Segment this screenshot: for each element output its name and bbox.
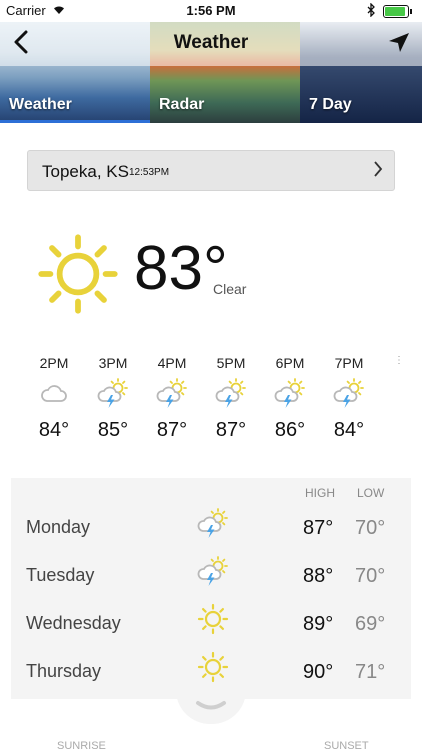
hour-time: 4PM xyxy=(157,355,187,371)
hour-temp: 87° xyxy=(156,419,188,441)
day-row: Tuesday 88° 70° xyxy=(11,553,411,599)
thunderstorm-icon xyxy=(333,377,365,409)
hour-temp: 87° xyxy=(215,419,247,441)
chevron-down-icon xyxy=(196,701,226,710)
status-time: 1:56 PM xyxy=(186,3,236,18)
hour-time: 7PM xyxy=(334,355,364,371)
day-row: Monday 87° 70° xyxy=(11,505,411,551)
location-selector[interactable]: Topeka, KS 12:53PM xyxy=(27,150,395,191)
day-high: 90° xyxy=(303,661,334,683)
low-column-header: LOW xyxy=(357,486,385,500)
day-row: Thursday 90° 71° xyxy=(11,649,411,695)
hourly-item: 7PM 84° xyxy=(321,355,377,442)
hour-time: 6PM xyxy=(275,355,305,371)
day-name: Wednesday xyxy=(26,613,121,633)
day-high: 89° xyxy=(303,613,334,635)
thunderstorm-icon xyxy=(97,377,129,409)
day-low: 69° xyxy=(355,613,386,635)
sun-icon xyxy=(197,651,229,683)
status-bar: Carrier 1:56 PM xyxy=(0,0,422,22)
expand-forecast-button[interactable] xyxy=(176,690,246,724)
hourly-item: 5PM 87° xyxy=(203,355,259,442)
location-city: Topeka, KS xyxy=(42,162,129,181)
hour-time: 3PM xyxy=(98,355,128,371)
sun-icon xyxy=(36,232,120,316)
sunset-label: SUNSET xyxy=(324,740,369,752)
bluetooth-icon xyxy=(367,3,375,17)
hour-temp: 84° xyxy=(333,419,365,441)
sunrise-label: SUNRISE xyxy=(57,740,106,752)
current-conditions: 83° Clear xyxy=(0,220,422,320)
high-column-header: HIGH xyxy=(305,486,335,500)
tab-radar-label: Radar xyxy=(159,96,205,113)
hourly-forecast: 2PM 84° 3PM 85° 4PM 87° 5PM 87° 6PM 86° … xyxy=(0,355,422,455)
sun-times-labels: SUNRISE SUNSET xyxy=(0,740,422,752)
hourly-overflow-hint: ⋮ xyxy=(394,355,404,366)
page-title: Weather xyxy=(173,32,249,53)
day-low: 70° xyxy=(355,517,386,539)
thunderstorm-icon xyxy=(197,555,229,587)
hour-temp: 85° xyxy=(97,419,129,441)
daily-forecast: HIGH LOW Monday 87° 70° Tuesday 88° 70° … xyxy=(11,478,411,699)
location-time: 12:53PM xyxy=(129,167,170,178)
hourly-item: 6PM 86° xyxy=(262,355,318,442)
day-low: 70° xyxy=(355,565,386,587)
hourly-item: 3PM 85° xyxy=(85,355,141,442)
day-high: 88° xyxy=(303,565,334,587)
hour-temp: 84° xyxy=(38,419,70,441)
day-high: 87° xyxy=(303,517,334,539)
day-low: 71° xyxy=(355,661,386,683)
hourly-item: 4PM 87° xyxy=(144,355,200,442)
hour-time: 5PM xyxy=(216,355,246,371)
hourly-item: 2PM 84° xyxy=(26,355,82,442)
location-arrow-icon[interactable] xyxy=(386,30,412,56)
thunderstorm-icon xyxy=(215,377,247,409)
day-name: Thursday xyxy=(26,661,102,681)
tab-weather-label: Weather xyxy=(9,96,72,113)
thunderstorm-icon xyxy=(156,377,188,409)
current-condition: Clear xyxy=(213,281,247,297)
thunderstorm-icon xyxy=(274,377,306,409)
chevron-right-icon xyxy=(374,161,383,177)
day-row: Wednesday 89° 69° xyxy=(11,601,411,647)
battery-icon xyxy=(383,5,412,18)
tab-7-day-label: 7 Day xyxy=(309,96,352,113)
hour-temp: 86° xyxy=(274,419,306,441)
nav-header: Weather xyxy=(0,22,422,66)
hour-time: 2PM xyxy=(39,355,69,371)
cloud-icon xyxy=(38,377,70,409)
day-name: Monday xyxy=(26,517,91,537)
sun-icon xyxy=(197,603,229,635)
day-name: Tuesday xyxy=(26,565,95,585)
thunderstorm-icon xyxy=(197,507,229,539)
